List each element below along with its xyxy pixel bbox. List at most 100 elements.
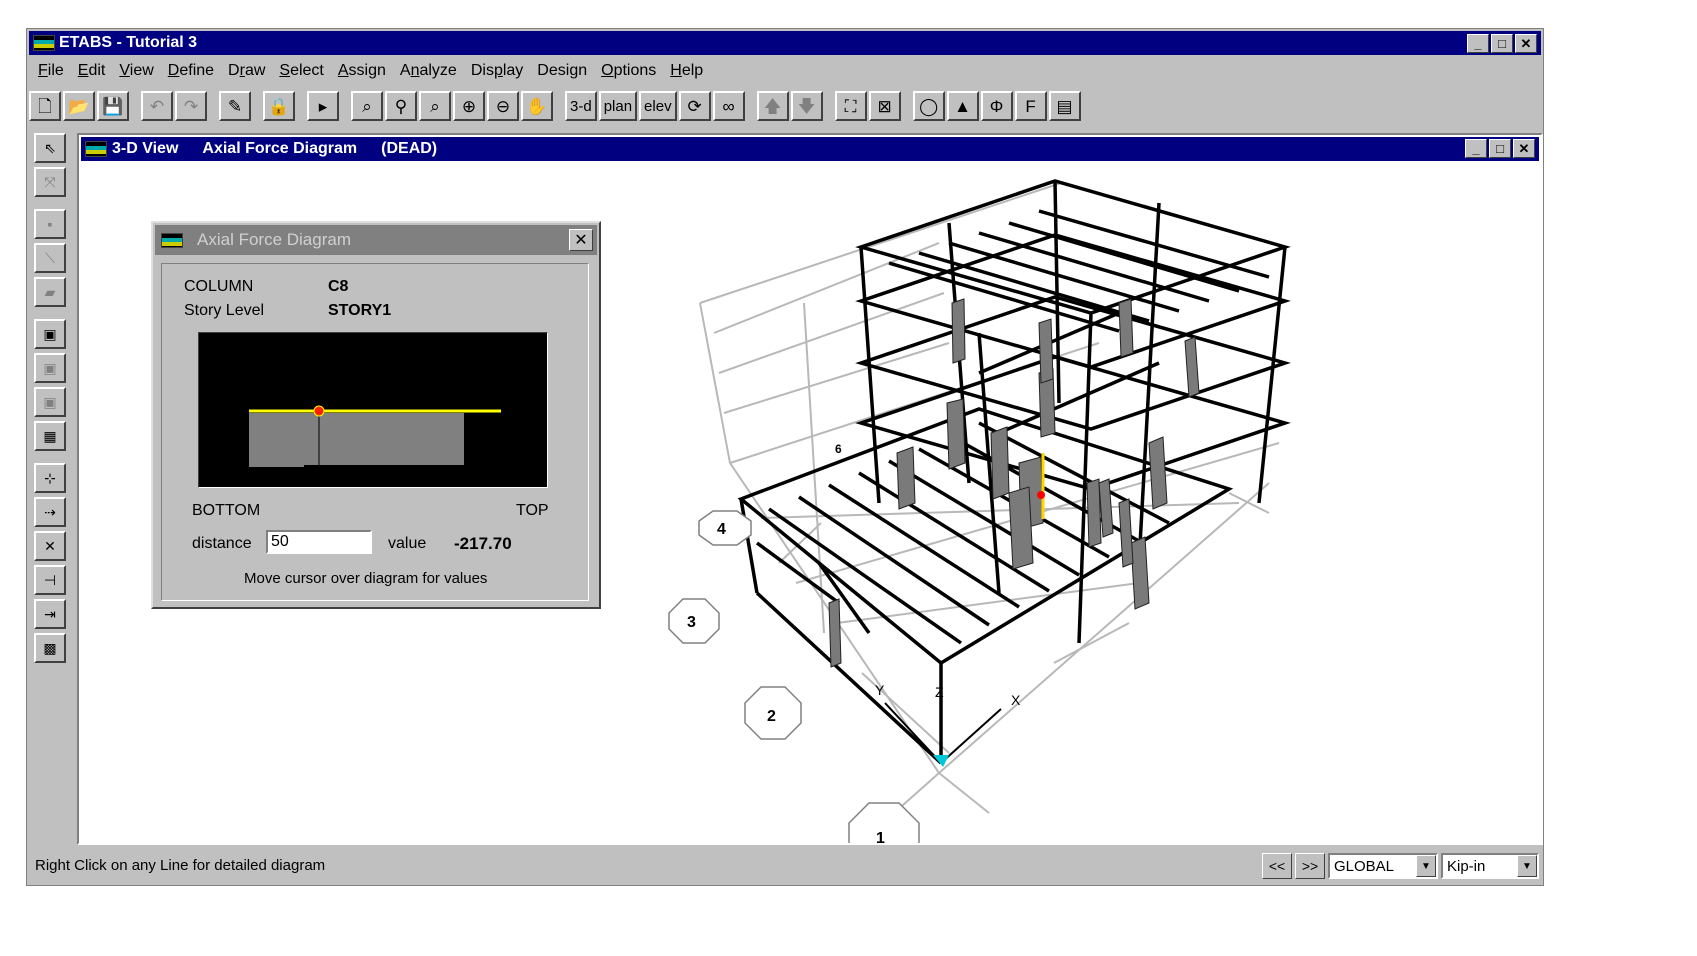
restore-previous-zoom-icon[interactable]: ⌕	[419, 91, 451, 121]
reshape-object-icon[interactable]: ⤧	[34, 167, 66, 197]
grid-bubbles: 1 2 3 4 6	[668, 442, 920, 843]
menu-help[interactable]: Help	[663, 62, 710, 80]
dialog-body: COLUMN C8 Story Level STORY1 BOTTOM TOP …	[161, 263, 589, 601]
minimize-button[interactable]: _	[1467, 34, 1489, 53]
menu-view[interactable]: View	[112, 62, 160, 80]
intersecting-line-select-icon[interactable]: ▦	[34, 421, 66, 451]
force-bar-top-segment	[304, 413, 464, 465]
run-analysis-icon[interactable]: ▸	[307, 91, 339, 121]
menu-display[interactable]: Display	[464, 62, 530, 80]
story-level-value: STORY1	[328, 302, 392, 319]
pointer-arrow-icon[interactable]: ⇖	[34, 133, 66, 163]
child-minimize-button[interactable]: _	[1465, 139, 1487, 158]
pan-hand-icon[interactable]: ✋	[521, 91, 553, 121]
next-view-button[interactable]: >>	[1295, 853, 1325, 879]
show-member-forces-icon[interactable]: F	[1014, 91, 1047, 121]
left-draw-toolbar: ⇖ ⤧ ▪ ⟍ ▰ ▣ ▣ ▣ ▦ ⊹ ⇢ ✕ ⊣ ⇥ ▩	[31, 133, 69, 667]
top-label: TOP	[516, 502, 549, 519]
child-maximize-button[interactable]: □	[1489, 139, 1511, 158]
open-folder-icon[interactable]: 📂	[63, 91, 95, 121]
status-bar: Right Click on any Line for detailed dia…	[29, 847, 1541, 883]
draw-area-icon[interactable]: ▰	[34, 277, 66, 307]
force-bar-bottom-segment	[249, 413, 304, 467]
coordinate-system-select[interactable]: GLOBAL ▼	[1328, 853, 1438, 879]
frame-members	[737, 179, 1291, 765]
force-value: -217.70	[454, 534, 512, 553]
column-label: COLUMN	[184, 278, 254, 295]
load-case-name: (DEAD)	[381, 140, 438, 157]
distance-input[interactable]	[266, 530, 372, 554]
draw-point-icon[interactable]: ▪	[34, 209, 66, 239]
object-shrink-icon[interactable]: ⛶	[834, 91, 867, 121]
coordinate-system-value: GLOBAL	[1334, 857, 1395, 875]
new-file-icon[interactable]: 🗋	[29, 91, 61, 121]
story-level-label: Story Level	[184, 302, 265, 319]
view-3d-button[interactable]: 3-d	[565, 91, 597, 121]
child-close-button[interactable]: ✕	[1513, 139, 1535, 158]
lock-icon[interactable]: 🔒	[263, 91, 295, 121]
previous-view-button[interactable]: <<	[1262, 853, 1292, 879]
units-select[interactable]: Kip-in ▼	[1441, 853, 1539, 879]
menu-draw[interactable]: Draw	[221, 62, 272, 80]
show-deformed-shape-icon[interactable]: Φ	[980, 91, 1013, 121]
snap-to-intersections-icon[interactable]: ✕	[34, 531, 66, 561]
main-toolbar: 🗋 📂 💾 ↶ ↷ ✎ 🔒 ▸ ⌕ ⚲ ⌕ ⊕ ⊖ ✋ 3-d plan ele…	[29, 89, 1541, 123]
save-icon[interactable]: 💾	[97, 91, 129, 121]
dialog-close-button[interactable]: ✕	[569, 229, 593, 251]
show-tables-icon[interactable]: ▤	[1048, 91, 1081, 121]
select-all-icon[interactable]: ▣	[34, 319, 66, 349]
axial-force-diagram-dialog: Axial Force Diagram ✕ COLUMN C8 Story Le…	[151, 221, 601, 609]
menu-define[interactable]: Define	[161, 62, 221, 80]
close-button[interactable]: ✕	[1515, 34, 1537, 53]
etabs-logo-icon	[33, 35, 55, 51]
menu-file[interactable]: File	[31, 62, 71, 80]
restore-full-view-icon[interactable]: ⚲	[385, 91, 417, 121]
perspective-glasses-icon[interactable]: ∞	[712, 91, 745, 121]
redo-icon[interactable]: ↷	[175, 91, 207, 121]
app-title: ETABS - Tutorial 3	[59, 34, 198, 51]
svg-text:2: 2	[767, 708, 776, 725]
chevron-down-icon[interactable]: ▼	[1517, 855, 1537, 877]
view-elev-button[interactable]: elev	[639, 91, 677, 121]
menu-edit[interactable]: Edit	[71, 62, 113, 80]
dialog-hint: Move cursor over diagram for values	[244, 570, 488, 587]
etabs-logo-icon	[85, 141, 107, 157]
app-titlebar: ETABS - Tutorial 3 _ □ ✕	[29, 31, 1541, 55]
snap-to-perpendicular-icon[interactable]: ⊣	[34, 565, 66, 595]
menu-options[interactable]: Options	[594, 62, 663, 80]
rotate-3d-icon[interactable]: ⟳	[678, 91, 711, 121]
maximize-button[interactable]: □	[1491, 34, 1513, 53]
move-down-icon[interactable]: 🡇	[790, 91, 823, 121]
svg-text:3: 3	[687, 614, 696, 631]
menu-assign[interactable]: Assign	[331, 62, 393, 80]
snap-to-fine-grid-icon[interactable]: ▩	[34, 633, 66, 663]
menu-select[interactable]: Select	[272, 62, 330, 80]
axial-force-plot-svg	[249, 405, 501, 467]
show-loads-icon[interactable]: ▲	[946, 91, 979, 121]
zoom-in-icon[interactable]: ⊕	[453, 91, 485, 121]
menu-design[interactable]: Design	[530, 62, 594, 80]
clear-selection-icon[interactable]: ▣	[34, 387, 66, 417]
grid-bubble-1: 1	[848, 802, 920, 843]
axis-z-label: Z	[935, 684, 944, 700]
menu-analyze[interactable]: Analyze	[393, 62, 464, 80]
view-name: 3-D View	[112, 140, 179, 157]
view-plan-button[interactable]: plan	[598, 91, 638, 121]
svg-text:6: 6	[835, 442, 842, 456]
undo-icon[interactable]: ↶	[141, 91, 173, 121]
move-up-icon[interactable]: 🡅	[756, 91, 789, 121]
draw-line-icon[interactable]: ⟍	[34, 243, 66, 273]
axial-force-plot[interactable]	[198, 332, 548, 488]
show-undeformed-shape-icon[interactable]: ◯	[912, 91, 945, 121]
snap-to-points-icon[interactable]: ⊹	[34, 463, 66, 493]
set-display-options-icon[interactable]: ⊠	[868, 91, 901, 121]
snap-to-lines-icon[interactable]: ⇥	[34, 599, 66, 629]
snap-to-middle-icon[interactable]: ⇢	[34, 497, 66, 527]
3d-view-titlebar: 3-D View Axial Force Diagram (DEAD) _ □ …	[81, 137, 1539, 161]
etabs-application-window: ETABS - Tutorial 3 _ □ ✕ File Edit View …	[26, 28, 1544, 886]
zoom-window-icon[interactable]: ⌕	[351, 91, 383, 121]
chevron-down-icon[interactable]: ▼	[1416, 855, 1436, 877]
zoom-out-icon[interactable]: ⊖	[487, 91, 519, 121]
previous-selection-icon[interactable]: ▣	[34, 353, 66, 383]
pencil-icon[interactable]: ✎	[219, 91, 251, 121]
